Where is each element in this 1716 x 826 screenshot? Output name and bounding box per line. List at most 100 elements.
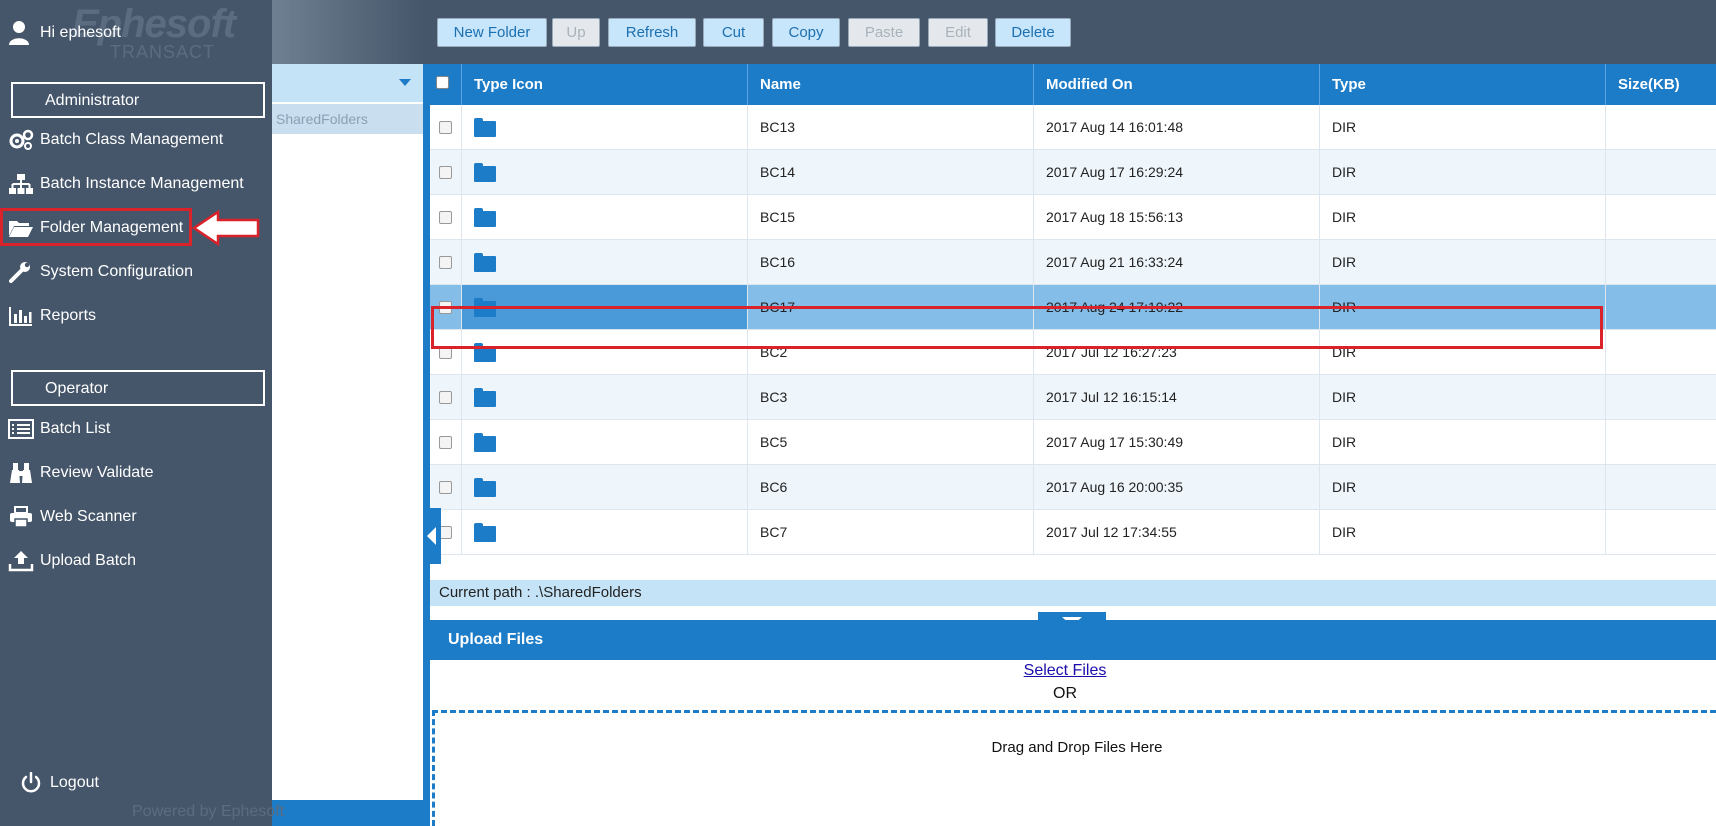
row-checkbox[interactable] — [439, 255, 452, 269]
modified-cell: 2017 Aug 18 15:56:13 — [1034, 195, 1320, 239]
tree-footer — [272, 800, 423, 826]
logout-button[interactable]: Logout — [20, 772, 99, 794]
brand-subtitle: TRANSACT — [110, 42, 216, 62]
menu-batch-list[interactable]: Batch List — [8, 417, 110, 441]
tree-root-dropdown[interactable] — [272, 64, 423, 102]
upload-icon — [8, 551, 34, 572]
grid-header: Type Icon Name Modified On Type Size(KB) — [430, 64, 1716, 105]
row-checkbox-cell — [430, 195, 462, 239]
menu-upload-batch[interactable]: Upload Batch — [8, 549, 136, 573]
select-all-checkbox[interactable] — [436, 76, 449, 89]
modified-cell: 2017 Aug 14 16:01:48 — [1034, 105, 1320, 149]
tree-header — [272, 0, 423, 64]
gears-icon — [9, 129, 34, 150]
power-icon — [21, 772, 41, 793]
copy-button[interactable]: Copy — [772, 18, 840, 47]
menu-batch-instance-management[interactable]: Batch Instance Management — [8, 172, 244, 196]
menu-reports[interactable]: Reports — [8, 304, 96, 328]
selected-row-highlight — [431, 306, 1603, 349]
size-cell — [1606, 375, 1716, 419]
row-checkbox-cell — [430, 150, 462, 194]
table-row[interactable]: BC15 2017 Aug 18 15:56:13 DIR — [430, 195, 1716, 240]
sitemap-icon — [9, 174, 33, 194]
row-checkbox[interactable] — [439, 435, 452, 449]
edit-button[interactable]: Edit — [928, 18, 988, 47]
binoculars-icon — [10, 463, 32, 483]
column-header-type-icon[interactable]: Type Icon — [462, 64, 748, 105]
type-icon-cell — [462, 195, 748, 239]
row-checkbox-cell — [430, 465, 462, 509]
new-folder-button[interactable]: New Folder — [437, 18, 547, 47]
row-checkbox-cell — [430, 105, 462, 149]
menu-label: Upload Batch — [40, 552, 137, 569]
column-header-modified-on[interactable]: Modified On — [1034, 64, 1320, 105]
menu-label: Batch List — [40, 420, 111, 437]
column-header-type[interactable]: Type — [1320, 64, 1606, 105]
type-icon-cell — [462, 150, 748, 194]
column-header-name[interactable]: Name — [748, 64, 1034, 105]
menu-label: System Configuration — [40, 263, 193, 280]
row-checkbox[interactable] — [439, 210, 452, 224]
name-cell: BC14 — [748, 150, 1034, 194]
menu-web-scanner[interactable]: Web Scanner — [8, 505, 137, 529]
menu-batch-class-management[interactable]: Batch Class Management — [8, 128, 223, 152]
select-files-link[interactable]: Select Files — [423, 662, 1707, 680]
folder-icon — [474, 252, 496, 272]
or-separator: OR — [1053, 685, 1077, 702]
pane-divider[interactable] — [423, 64, 430, 826]
type-cell: DIR — [1320, 510, 1606, 554]
row-checkbox[interactable] — [439, 480, 452, 494]
row-checkbox[interactable] — [439, 120, 452, 134]
size-cell — [1606, 150, 1716, 194]
size-cell — [1606, 465, 1716, 509]
sidebar: Ephesoft TRANSACT Hi ephesoft Administra… — [0, 0, 272, 826]
modified-cell: 2017 Aug 16 20:00:35 — [1034, 465, 1320, 509]
chevron-down-icon — [399, 79, 411, 86]
table-row[interactable]: BC14 2017 Aug 17 16:29:24 DIR — [430, 150, 1716, 195]
modified-cell: 2017 Aug 17 15:30:49 — [1034, 420, 1320, 464]
name-cell: BC6 — [748, 465, 1034, 509]
type-icon-cell — [462, 465, 748, 509]
size-cell — [1606, 105, 1716, 149]
list-icon — [8, 419, 34, 439]
paste-button[interactable]: Paste — [848, 18, 920, 47]
type-cell: DIR — [1320, 105, 1606, 149]
type-icon-cell — [462, 240, 748, 284]
table-row[interactable]: BC13 2017 Aug 14 16:01:48 DIR — [430, 105, 1716, 150]
menu-label: Web Scanner — [40, 508, 137, 525]
row-checkbox[interactable] — [439, 390, 452, 404]
header-select-all-cell — [430, 64, 462, 105]
modified-cell: 2017 Jul 12 17:34:55 — [1034, 510, 1320, 554]
folder-icon — [474, 162, 496, 182]
name-cell: BC3 — [748, 375, 1034, 419]
up-button[interactable]: Up — [552, 18, 600, 47]
type-icon-cell — [462, 375, 748, 419]
table-row[interactable]: BC3 2017 Jul 12 16:15:14 DIR — [430, 375, 1716, 420]
menu-system-configuration[interactable]: System Configuration — [8, 260, 193, 284]
modified-cell: 2017 Jul 12 16:15:14 — [1034, 375, 1320, 419]
name-cell: BC15 — [748, 195, 1034, 239]
table-row[interactable]: BC7 2017 Jul 12 17:34:55 DIR — [430, 510, 1716, 555]
menu-label: Batch Instance Management — [40, 175, 244, 192]
logout-label: Logout — [50, 774, 99, 791]
delete-button[interactable]: Delete — [995, 18, 1071, 47]
tree-node-sharedfolders[interactable]: SharedFolders — [272, 104, 423, 134]
name-cell: BC16 — [748, 240, 1034, 284]
table-row[interactable]: BC16 2017 Aug 21 16:33:24 DIR — [430, 240, 1716, 285]
wrench-icon — [9, 262, 30, 283]
arrow-callout-icon — [192, 210, 260, 246]
folder-icon — [474, 207, 496, 227]
column-header-size[interactable]: Size(KB) — [1606, 64, 1716, 105]
table-row[interactable]: BC5 2017 Aug 17 15:30:49 DIR — [430, 420, 1716, 465]
collapse-tree-button[interactable] — [423, 508, 441, 564]
menu-review-validate[interactable]: Review Validate — [8, 461, 154, 485]
size-cell — [1606, 285, 1716, 329]
cut-button[interactable]: Cut — [703, 18, 764, 47]
type-cell: DIR — [1320, 150, 1606, 194]
row-checkbox[interactable] — [439, 165, 452, 179]
type-cell: DIR — [1320, 240, 1606, 284]
folder-tree-pane: SharedFolders — [272, 0, 423, 826]
drop-zone[interactable]: Drag and Drop Files Here — [432, 710, 1716, 826]
refresh-button[interactable]: Refresh — [608, 18, 696, 47]
table-row[interactable]: BC6 2017 Aug 16 20:00:35 DIR — [430, 465, 1716, 510]
